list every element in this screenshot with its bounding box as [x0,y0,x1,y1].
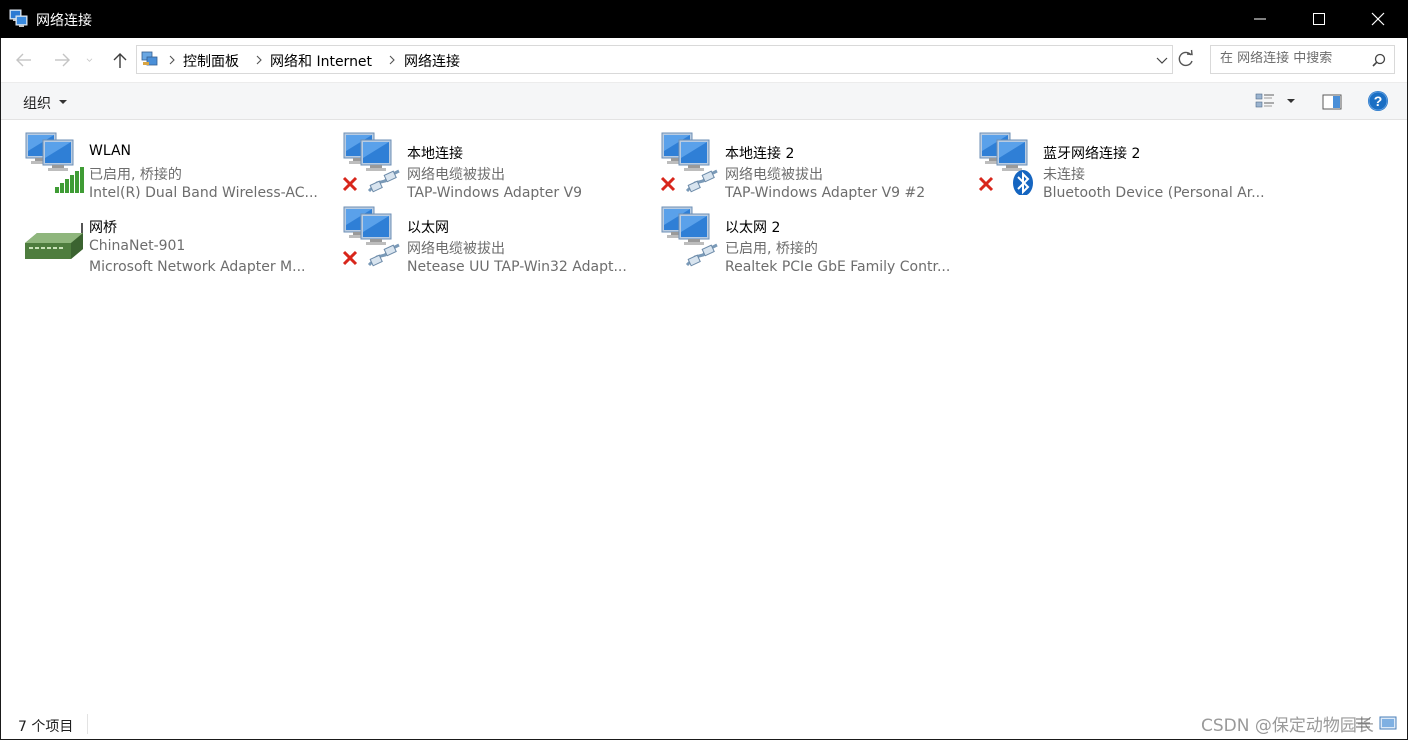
connection-status: 已启用, 桥接的 [725,241,818,257]
search-box[interactable] [1210,45,1395,74]
connection-tile-local-2[interactable]: 本地连接 2 网络电缆被拔出 TAP-Windows Adapter V9 #2 [659,131,975,201]
minimize-button[interactable] [1231,0,1289,38]
address-history-chevron-down-icon[interactable] [1154,50,1170,70]
command-bar: 组织 ? [1,82,1407,120]
connection-status: 网络电缆被拔出 [725,167,823,183]
disconnected-x-icon [342,176,358,192]
status-divider [87,714,88,734]
maximize-button[interactable] [1290,0,1348,38]
change-view-icon[interactable] [1254,91,1276,111]
cable-icon [367,243,400,267]
breadcrumb-separator-icon[interactable] [387,54,397,66]
preview-pane-icon[interactable] [1321,92,1343,112]
connection-status: 网络电缆被拔出 [407,241,505,257]
minimize-icon [1254,18,1266,20]
breadcrumb-separator-icon[interactable] [254,54,264,66]
connection-status: ChinaNet-901 [89,238,186,254]
forward-arrow-icon[interactable] [51,50,73,70]
help-icon[interactable]: ? [1367,90,1389,112]
connection-tile-bridge[interactable]: 网桥 ChinaNet-901 Microsoft Network Adapte… [23,205,339,275]
refresh-icon[interactable] [1175,47,1197,71]
status-bar: 7 个项目 CSDN @保定动物园长 [1,706,1407,739]
network-connections-app-icon [9,9,28,27]
network-bridge-icon [25,223,83,259]
connection-name: 以太网 [407,220,449,236]
connection-device: Netease UU TAP-Win32 Adapt... [407,259,627,275]
bluetooth-network-icon [978,132,1033,195]
connection-device: Realtek PCIe GbE Family Contr... [725,259,951,275]
recent-locations-chevron-down-icon[interactable] [85,50,99,70]
search-input[interactable] [1220,51,1370,66]
window-title: 网络连接 [36,13,92,29]
connection-device: TAP-Windows Adapter V9 #2 [725,185,926,201]
breadcrumb-control-panel[interactable]: 控制面板 [183,51,239,71]
connection-tile-local-1[interactable]: 本地连接 网络电缆被拔出 TAP-Windows Adapter V9 [341,131,657,201]
search-icon[interactable] [1372,53,1386,67]
breadcrumb-separator-icon[interactable] [167,54,177,66]
up-arrow-icon[interactable] [109,50,131,70]
connection-name: 蓝牙网络连接 2 [1043,146,1141,162]
breadcrumb-network-internet[interactable]: 网络和 Internet [270,51,372,71]
organize-menu-button[interactable]: 组织 [23,93,51,113]
organize-caret-down-icon[interactable] [59,99,67,105]
maximize-icon [1313,13,1325,25]
address-bar[interactable]: 控制面板 网络和 Internet 网络连接 [136,45,1173,74]
ethernet-network-icon [660,132,718,193]
connection-device: Microsoft Network Adapter M... [89,259,306,275]
connection-tile-ethernet-1[interactable]: 以太网 网络电缆被拔出 Netease UU TAP-Win32 Adapt..… [341,205,657,275]
bluetooth-icon [1013,170,1033,195]
disconnected-x-icon [342,250,358,266]
connection-device: TAP-Windows Adapter V9 [407,185,583,201]
svg-text:?: ? [1374,93,1383,109]
large-icons-view-icon[interactable] [1379,716,1397,730]
ethernet-network-icon [342,206,400,267]
connection-device: Intel(R) Dual Band Wireless-AC... [89,185,318,201]
wireless-network-icon [25,132,84,193]
control-panel-icon [141,51,158,66]
back-arrow-icon[interactable] [13,50,35,70]
view-options-caret-down-icon[interactable] [1287,98,1295,104]
connection-status: 网络电缆被拔出 [407,167,505,183]
disconnected-x-icon [660,176,676,192]
connection-name: 以太网 2 [725,220,781,236]
breadcrumb-network-connections[interactable]: 网络连接 [404,51,460,71]
connection-tile-bluetooth[interactable]: 蓝牙网络连接 2 未连接 Bluetooth Device (Personal … [977,131,1293,201]
title-bar: 网络连接 [0,0,1408,38]
ethernet-network-icon [661,206,718,267]
ethernet-network-icon [342,132,400,193]
close-icon [1371,12,1385,26]
connection-name: 网桥 [89,220,117,236]
connection-device: Bluetooth Device (Personal Ar... [1043,185,1265,201]
connection-status: 已启用, 桥接的 [89,167,182,183]
watermark: CSDN @保定动物园长 [1201,716,1374,736]
connection-status: 未连接 [1043,167,1085,183]
close-button[interactable] [1349,0,1407,38]
cable-icon [367,169,400,193]
connections-view[interactable]: WLAN 已启用, 桥接的 Intel(R) Dual Band Wireles… [1,121,1407,706]
connection-name: WLAN [89,143,132,159]
navigation-bar: 控制面板 网络和 Internet 网络连接 [1,38,1407,82]
connection-name: 本地连接 [407,146,463,162]
connection-tile-wlan[interactable]: WLAN 已启用, 桥接的 Intel(R) Dual Band Wireles… [23,131,339,201]
cable-icon [685,243,718,267]
disconnected-x-icon [978,176,994,192]
cable-icon [685,169,718,193]
connection-tile-ethernet-2[interactable]: 以太网 2 已启用, 桥接的 Realtek PCIe GbE Family C… [659,205,975,275]
item-count: 7 个项目 [18,719,74,735]
connection-name: 本地连接 2 [725,146,795,162]
details-view-icon[interactable] [1355,716,1371,730]
